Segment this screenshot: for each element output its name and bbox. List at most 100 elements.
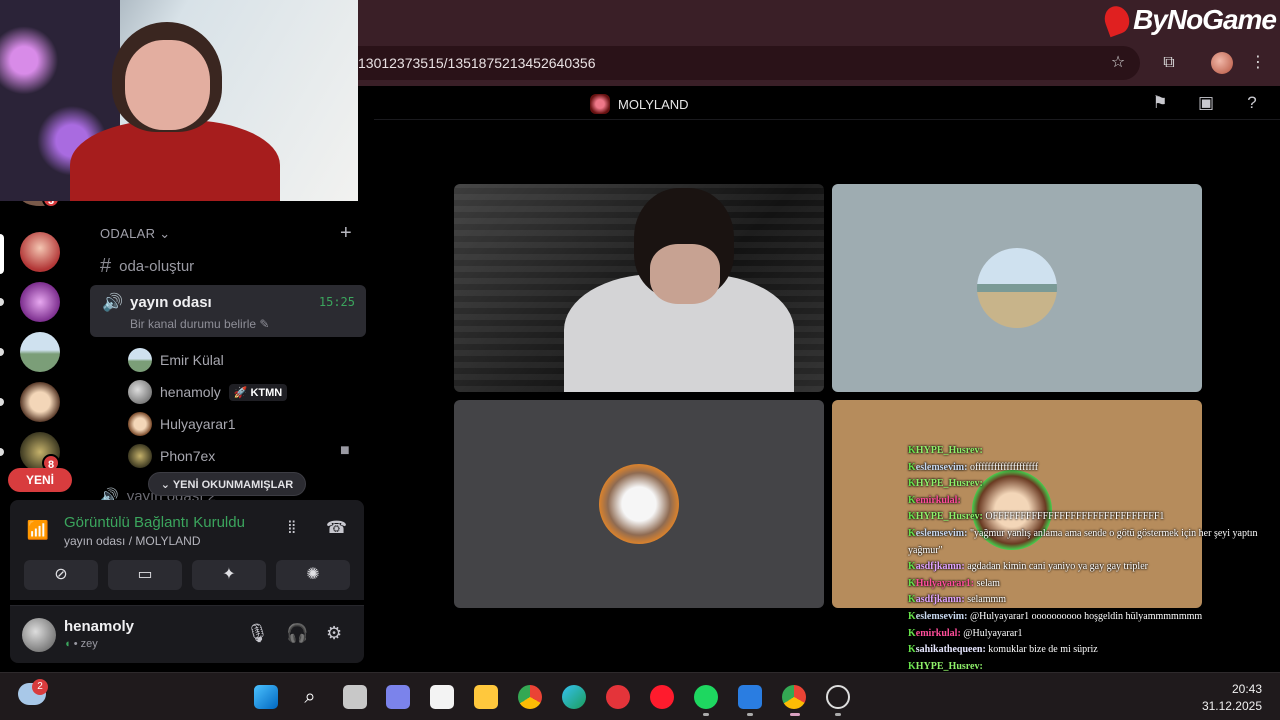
user-name[interactable]: henamoly [64,618,134,635]
settings-gear-icon[interactable]: ⚙ [326,623,342,644]
start-icon[interactable] [254,685,278,709]
speaker-icon: ◖ [64,638,71,650]
chrome-icon[interactable] [518,685,542,709]
store-icon[interactable] [430,685,454,709]
running-indicator [703,713,709,716]
channel-status-text: Bir kanal durumu belirle [130,317,257,331]
connection-subtitle[interactable]: yayın odası / MOLYLAND [64,534,201,548]
teams-icon[interactable] [386,685,410,709]
unread-dot [0,298,4,306]
network-app-icon[interactable] [738,685,762,709]
chat-username: emirkulal: [915,627,961,639]
text-channel[interactable]: # oda-oluştur [100,255,194,278]
chat-username: sahikathequeen: [915,644,986,656]
screen-share-button[interactable]: ▭ [108,560,182,590]
person-face [650,244,720,304]
activities-icon: ✦ [222,566,236,583]
chat-username: emirkulal: [915,494,961,506]
disconnect-icon[interactable]: ☎ [326,518,347,538]
voice-member[interactable]: Phon7ex [128,444,215,468]
avatar [128,380,152,404]
video-tile-avatar[interactable] [832,184,1202,392]
browser-menu-icon[interactable]: ⋮ [1247,52,1269,74]
camera-off-button[interactable]: ⊘ [24,560,98,590]
server-icon-4[interactable] [20,332,60,372]
noise-suppression-icon[interactable]: ⦙⦙ [288,518,296,538]
chat-text: @Hulyayarar1 oooooooooo hoşgeldin hülyam… [969,610,1203,622]
chevron-down-icon: ⌄ [160,479,170,491]
server-icon-3[interactable] [20,282,60,322]
chat-username: asdfjkamn: [915,561,965,573]
profile-avatar[interactable] [1211,52,1233,74]
participant-avatar [599,464,679,544]
headphones-icon[interactable]: 🎧 [286,623,308,644]
kick-icon: K [908,461,916,473]
chrome-profile-icon[interactable] [782,685,806,709]
microphone-icon[interactable]: 🎙 [246,623,269,644]
signal-icon[interactable]: 📶 [24,516,52,544]
activities-button[interactable]: ✦ [192,560,266,590]
streamer-face [125,40,210,130]
chevron-down-icon: ⌄ [159,226,171,241]
chat-username: asdfjkamn: [915,594,965,606]
opera-icon[interactable] [650,685,674,709]
user-avatar[interactable] [22,618,56,652]
kick-icon: K [908,478,916,490]
server-icon-2[interactable] [20,232,60,272]
new-unread-pill[interactable]: YENİ [8,468,72,492]
avatar [128,412,152,436]
video-tile-camera[interactable] [454,184,824,392]
chat-username: HYPE_Husrev: [915,478,983,490]
system-clock[interactable]: 20:43 31.12.2025 [1202,681,1262,715]
channel-status-hint[interactable]: Bir kanal durumu belirle ✎ [130,317,269,331]
chat-message: KHulyayarar1: selam [908,576,1280,593]
chat-message: KHYPE_Husrev: OFFFFFFFFFFFFFFFFFFFFFFFFF… [908,509,1280,526]
member-name: henamoly [160,384,221,400]
obs-icon[interactable] [826,685,850,709]
bookmark-star-icon[interactable]: ☆ [1107,52,1129,74]
spotify-icon[interactable] [694,685,718,709]
kick-icon: K [908,577,916,589]
video-tile-avatar[interactable] [454,400,824,608]
file-explorer-icon[interactable] [474,685,498,709]
help-icon[interactable]: ? [1242,93,1262,113]
inbox-icon[interactable]: ▣ [1196,93,1216,113]
user-status: ◖ • zey [64,638,98,650]
connection-title[interactable]: Görüntülü Bağlantı Kuruldu [64,514,245,531]
participant-avatar [977,248,1057,328]
chat-text: OFFFFFFFFFFFFFFFFFFFFFFFFFFFFFF1 [985,511,1165,523]
new-unreads-button[interactable]: ⌄ YENİ OKUNMAMIŞLAR [148,472,306,496]
voice-channel-active[interactable]: 🔊 yayın odası 15:25 Bir kanal durumu bel… [90,285,366,337]
hash-icon: # [100,255,112,277]
bynogame-logo-mark [1100,2,1134,38]
flag-icon[interactable]: ⚑ [1150,93,1170,113]
chat-text: selammm [967,594,1007,606]
task-view-icon[interactable] [343,685,367,709]
chat-username: eslemsevim: [915,527,968,539]
edge-icon[interactable] [562,685,586,709]
category-header[interactable]: ODALAR ⌄ [100,226,170,242]
voice-member[interactable]: Hulyayarar1 [128,412,235,436]
server-title: MOLYLAND [590,94,689,114]
text-channel-name: oda-oluştur [119,258,195,275]
url-field[interactable]: 13012373515/1351875213452640356 [340,46,1140,80]
create-channel-plus-icon[interactable]: + [340,222,352,245]
extensions-icon[interactable]: ⧉ [1158,52,1180,74]
bynogame-logo-text: ByNoGame [1133,4,1277,35]
kick-icon: K [908,610,916,622]
search-icon[interactable]: ⌕ [298,685,322,709]
server-icon-5[interactable] [20,382,60,422]
weather-badge: 2 [32,679,48,695]
camera-off-icon: ⊘ [54,566,68,583]
voice-member[interactable]: henamoly 🚀 KTMN [128,380,288,404]
user-status-text: zey [80,638,98,650]
voice-member[interactable]: Emir Külal [128,348,224,372]
chat-username: Hulyayarar1: [915,577,975,589]
chat-username: eslemsevim: [915,610,968,622]
chat-message: Keslemsevim: @Hulyayarar1 oooooooooo hoş… [908,609,1280,626]
soundboard-button[interactable]: ✺ [276,560,350,590]
user-panel: henamoly ◖ • zey 🎙 🎧 ⚙ [10,605,364,663]
media-player-icon[interactable] [606,685,630,709]
chat-message: Keslemsevim: "yağmur yanlış anlama ama s… [908,526,1280,559]
chat-message: Kasdfjkamn: agdadan kimin cani yaniyo ya… [908,559,1280,576]
